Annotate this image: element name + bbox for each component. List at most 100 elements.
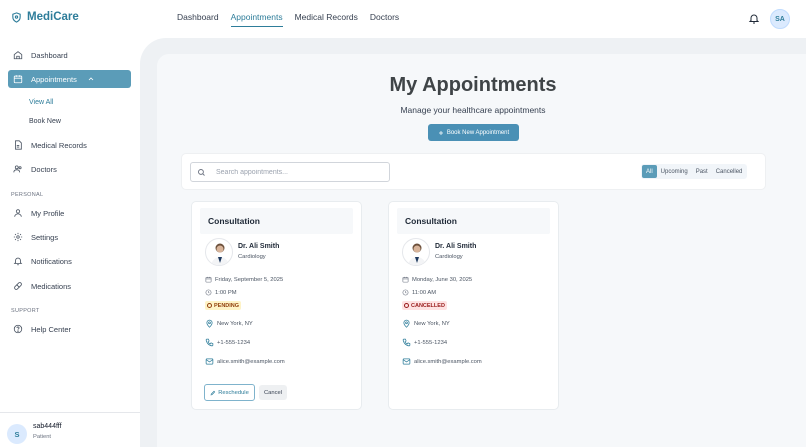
reschedule-label: Reschedule xyxy=(218,389,249,396)
calendar-icon xyxy=(205,276,212,283)
file-icon xyxy=(15,140,22,150)
status-badge: PENDING xyxy=(205,301,242,310)
sidebar-item-doctors[interactable]: Doctors xyxy=(8,160,131,178)
email-text[interactable]: alice.smith@example.com xyxy=(414,359,482,365)
sidebar-item-help-center[interactable]: Help Center xyxy=(8,320,131,338)
phone-icon xyxy=(205,338,214,347)
filter-upcoming[interactable]: Upcoming xyxy=(657,165,692,178)
plus-icon xyxy=(438,130,443,135)
sidebar-sub-book-new[interactable]: Book New xyxy=(29,118,61,125)
page-title: My Appointments xyxy=(389,74,557,96)
help-icon xyxy=(13,324,23,334)
time-text: 11:00 AM xyxy=(412,289,437,296)
phone-row: +1-555-1234 xyxy=(205,338,250,347)
book-new-appointment-button[interactable]: Book New Appointment xyxy=(428,124,519,141)
user-name: sab444fff xyxy=(33,423,62,430)
clock-icon xyxy=(205,289,212,296)
sidebar-item-my-profile[interactable]: My Profile xyxy=(8,204,131,222)
sidebar-item-label: Doctors xyxy=(31,164,57,174)
sidebar-item-label: My Profile xyxy=(31,208,65,218)
chevron-up-icon xyxy=(88,77,94,81)
pencil-icon xyxy=(210,390,216,395)
email-row: alice.smith@example.com xyxy=(402,357,482,366)
sidebar-item-label: Medical Records xyxy=(31,140,87,150)
mail-icon xyxy=(205,358,214,365)
user-avatar: S xyxy=(7,424,27,444)
gear-icon xyxy=(13,232,23,242)
location-row: New York, NY xyxy=(402,319,450,328)
status-text: PENDING xyxy=(214,302,240,309)
search-icon xyxy=(198,169,205,176)
doctor-name[interactable]: Dr. Ali Smith xyxy=(238,243,279,250)
pill-icon xyxy=(14,282,22,290)
sidebar-item-label: Dashboard xyxy=(31,50,68,60)
map-pin-icon xyxy=(206,319,213,328)
doctor-name[interactable]: Dr. Ali Smith xyxy=(435,243,476,250)
doctor-photo-icon xyxy=(408,243,426,265)
sidebar-item-label: Notifications xyxy=(31,256,72,266)
filter-cancelled[interactable]: Cancelled xyxy=(712,165,747,178)
doctor-specialty: Cardiology xyxy=(238,254,266,260)
bell-icon[interactable] xyxy=(748,12,760,25)
top-bar: MediCare Dashboard Appointments Medical … xyxy=(0,0,806,38)
filter-past[interactable]: Past xyxy=(692,165,712,178)
appointment-date: Friday, September 5, 2025 xyxy=(205,276,283,283)
status-text: CANCELLED xyxy=(411,302,445,309)
phone-text[interactable]: +1-555-1234 xyxy=(217,340,250,346)
clock-icon xyxy=(402,289,409,296)
email-text[interactable]: alice.smith@example.com xyxy=(217,359,285,365)
topnav-appointments[interactable]: Appointments xyxy=(230,12,283,27)
sidebar-item-medical-records[interactable]: Medical Records xyxy=(8,136,131,154)
search-box[interactable] xyxy=(190,162,390,182)
top-nav: Dashboard Appointments Medical Records D… xyxy=(177,12,399,27)
book-button-label: Book New Appointment xyxy=(446,129,510,136)
doctor-specialty: Cardiology xyxy=(435,254,463,260)
card-header: Consultation xyxy=(200,208,353,234)
sidebar-item-appointments[interactable]: Appointments xyxy=(8,70,131,88)
search-input[interactable] xyxy=(216,168,386,176)
status-dot-icon xyxy=(207,303,212,308)
status-dot-icon xyxy=(404,303,409,308)
location-text: New York, NY xyxy=(414,320,450,327)
shield-icon xyxy=(12,11,21,23)
page-subtitle: Manage your healthcare appointments xyxy=(400,105,546,115)
sidebar: Dashboard Appointments View All Book New… xyxy=(0,38,140,447)
phone-text[interactable]: +1-555-1234 xyxy=(414,340,447,346)
sidebar-item-notifications[interactable]: Notifications xyxy=(8,252,131,270)
user-icon xyxy=(14,209,22,217)
topnav-medical-records[interactable]: Medical Records xyxy=(295,12,358,27)
date-text: Friday, September 5, 2025 xyxy=(215,276,284,283)
appointment-time: 11:00 AM xyxy=(402,289,436,296)
sidebar-item-dashboard[interactable]: Dashboard xyxy=(8,46,131,64)
doctor-avatar xyxy=(205,238,233,266)
topnav-doctors[interactable]: Doctors xyxy=(370,12,399,27)
calendar-icon xyxy=(402,276,409,283)
doctor-avatar xyxy=(402,238,430,266)
reschedule-button[interactable]: Reschedule xyxy=(204,384,255,401)
sidebar-item-medications[interactable]: Medications xyxy=(8,277,131,295)
app-logo[interactable]: MediCare xyxy=(11,11,79,23)
sidebar-sub-view-all[interactable]: View All xyxy=(29,99,53,106)
card-header: Consultation xyxy=(397,208,550,234)
users-icon xyxy=(13,165,22,173)
phone-row: +1-555-1234 xyxy=(402,338,447,347)
home-icon xyxy=(13,51,23,60)
cancel-button[interactable]: Cancel xyxy=(259,385,287,400)
user-avatar[interactable]: SA xyxy=(770,9,790,29)
appointment-card: Consultation Dr. Ali Smith Cardiology Fr… xyxy=(192,202,361,409)
topnav-dashboard[interactable]: Dashboard xyxy=(177,12,219,27)
location-row: New York, NY xyxy=(205,319,253,328)
sidebar-item-settings[interactable]: Settings xyxy=(8,228,131,246)
date-text: Monday, June 30, 2025 xyxy=(412,276,473,283)
mail-icon xyxy=(402,358,411,365)
sidebar-user-panel[interactable]: S sab444fff Patient xyxy=(0,412,140,447)
appointment-type: Consultation xyxy=(208,216,260,226)
app-name: MediCare xyxy=(27,11,79,23)
appointment-type: Consultation xyxy=(405,216,457,226)
appointment-card: Consultation Dr. Ali Smith Cardiology Mo… xyxy=(389,202,558,409)
status-badge: CANCELLED xyxy=(402,301,447,310)
sidebar-section-support: SUPPORT xyxy=(11,308,40,314)
filter-all[interactable]: All xyxy=(642,165,657,178)
map-pin-icon xyxy=(403,319,410,328)
location-text: New York, NY xyxy=(217,320,253,327)
